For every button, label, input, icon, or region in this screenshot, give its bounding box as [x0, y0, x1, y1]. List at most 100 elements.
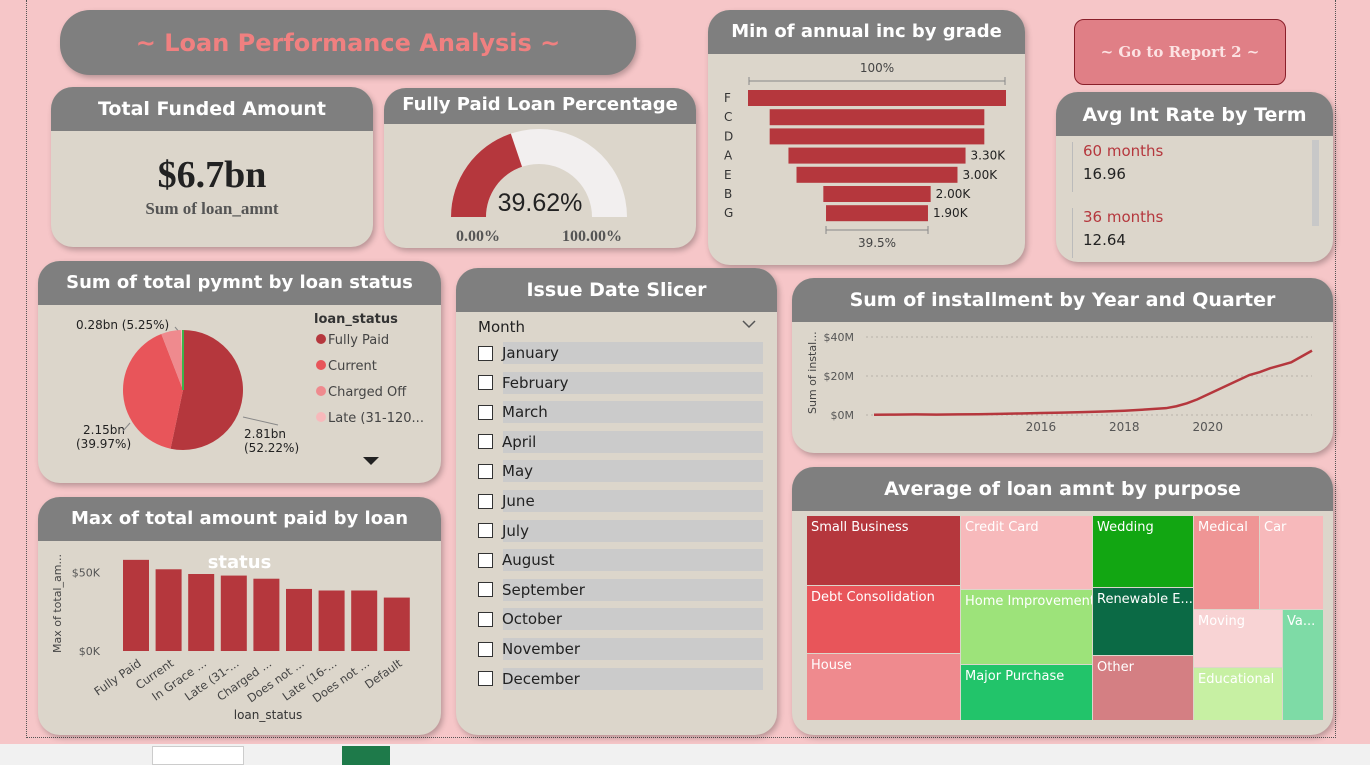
treemap-tile[interactable]: Debt Consolidation	[807, 586, 960, 653]
page-tab-1[interactable]	[152, 746, 244, 765]
checkbox[interactable]	[478, 611, 493, 627]
funnel-chart: 100% 39.5% FCDA 3.30K E 3.00K B 2.00K G 1.90K	[724, 61, 1007, 250]
term-label: 60 months	[1083, 142, 1164, 160]
bar	[286, 588, 312, 651]
funnel-bar	[748, 90, 1006, 106]
checkbox[interactable]	[478, 641, 493, 657]
slicer-title: Issue Date Slicer	[456, 268, 777, 312]
treemap-tile[interactable]: Car	[1260, 516, 1323, 609]
checkbox[interactable]	[478, 434, 493, 450]
slicer-item-label: November	[502, 640, 581, 658]
treemap-tile[interactable]: Educational	[1194, 668, 1282, 720]
slicer-item[interactable]: August	[478, 549, 763, 572]
slicer-item[interactable]: May	[478, 460, 763, 483]
rate-value: 16.96	[1083, 165, 1126, 183]
bar	[253, 578, 280, 651]
x-tick: 2020	[1192, 420, 1223, 434]
slicer-item[interactable]: November	[478, 638, 763, 660]
funnel-data-label: 3.00K	[962, 168, 998, 182]
slicer-item-label: April	[502, 432, 537, 451]
pie-label-current-pct: (39.97%)	[76, 437, 131, 451]
slicer-item-bg	[503, 430, 763, 453]
checkbox[interactable]	[478, 375, 493, 391]
treemap-tile[interactable]: Small Business	[807, 516, 960, 585]
add-page-icon[interactable]	[342, 746, 390, 765]
slicer-field-label: Month	[478, 318, 526, 336]
go-to-report-2-button[interactable]: ~ Go to Report 2 ~	[1074, 19, 1286, 85]
page-tab-2[interactable]	[246, 746, 340, 765]
avg-int-scrollbar[interactable]	[1312, 140, 1319, 226]
treemap-tile[interactable]: Moving	[1194, 610, 1282, 667]
x-tick: 2016	[1026, 420, 1057, 434]
pie-chart: 0.28bn (5.25%) 2.15bn (39.97%) 2.81bn (5…	[76, 312, 424, 465]
treemap-tile[interactable]: House	[807, 654, 960, 720]
bar	[383, 597, 410, 651]
slicer-item-label: March	[502, 403, 548, 422]
treemap-tile[interactable]: Wedding	[1093, 516, 1193, 587]
treemap-tile[interactable]: Medical	[1194, 516, 1259, 609]
slicer-item-label: February	[502, 373, 569, 392]
slicer-item-bg	[503, 490, 763, 512]
checkbox[interactable]	[478, 463, 493, 479]
gauge-chart: 39.62% 0.00% 100.00%	[451, 129, 627, 245]
pie-label-fully-pct: (52.22%)	[244, 441, 299, 455]
slicer-item[interactable]: October	[478, 608, 763, 631]
x-tick: Fully Paid	[91, 656, 143, 698]
funnel-grade-label: E	[724, 168, 732, 182]
funnel-bar	[796, 166, 958, 183]
treemap-tile[interactable]: Other	[1093, 656, 1193, 720]
legend-marker	[316, 386, 326, 396]
y-tick: $0M	[831, 409, 855, 422]
slicer-item-label: August	[502, 551, 555, 570]
checkbox[interactable]	[478, 404, 493, 420]
gauge-max: 100.00%	[562, 228, 622, 245]
funnel-card: Min of annual inc by grade 100% 39.5% FC…	[708, 10, 1025, 265]
legend-item: Late (31-120...	[328, 411, 424, 426]
kpi-card: Total Funded Amount $6.7bn Sum of loan_a…	[51, 87, 373, 247]
treemap-tile[interactable]: Renewable E...	[1093, 588, 1193, 655]
bars-chart: Max of total_am... loan_status $0K $50K Fu…	[51, 554, 410, 722]
checkbox[interactable]	[478, 523, 493, 539]
treemap-tile[interactable]: Home Improvement	[961, 590, 1092, 664]
chevron-down-icon[interactable]	[742, 320, 756, 330]
line-chart: Sum of instal... $0M $20M $40M 2016 2018 2020	[806, 331, 1313, 434]
slicer-item[interactable]: September	[478, 578, 763, 601]
pie-label-current-value: 2.15bn	[83, 423, 125, 437]
legend-item: Current	[328, 359, 377, 374]
slicer-item[interactable]: March	[478, 401, 763, 424]
funnel-grade-label: D	[724, 129, 733, 143]
kpi-value: $6.7bn	[157, 154, 267, 196]
slicer-item[interactable]: July	[478, 519, 763, 542]
funnel-bar	[788, 147, 966, 164]
checkbox[interactable]	[478, 671, 493, 687]
slicer-item[interactable]: June	[478, 490, 763, 512]
checkbox[interactable]	[478, 582, 493, 598]
treemap-tile[interactable]: Va...	[1283, 610, 1323, 720]
bars-ylabel: Max of total_am...	[51, 554, 64, 653]
avg-int-card: Avg Int Rate by Term 60 months 16.96 36 …	[1056, 92, 1333, 262]
bar	[318, 590, 345, 651]
slicer-item[interactable]: April	[478, 430, 763, 453]
legend-title: loan_status	[314, 312, 398, 327]
x-tick: Default	[362, 656, 405, 692]
funnel-grade-label: F	[724, 91, 731, 105]
bar	[351, 590, 378, 651]
funnel-title: Min of annual inc by grade	[708, 10, 1025, 54]
funnel-data-label: 3.30K	[971, 149, 1007, 163]
treemap-tile[interactable]: Credit Card	[961, 516, 1092, 589]
slicer-item-label: May	[502, 462, 534, 481]
checkbox[interactable]	[478, 552, 493, 568]
funnel-data-label: 1.90K	[933, 206, 969, 220]
page-tab-bar	[0, 744, 1370, 765]
bars-title: Max of total amount paid by loan status	[38, 497, 441, 573]
slicer-item[interactable]: December	[478, 667, 763, 690]
treemap-tile[interactable]: Major Purchase	[961, 665, 1092, 720]
line-series	[873, 349, 1313, 417]
checkbox[interactable]	[478, 345, 493, 361]
bar	[123, 559, 149, 651]
funnel-grade-label: A	[724, 149, 733, 163]
checkbox[interactable]	[478, 493, 493, 509]
bar	[220, 575, 247, 651]
slicer-item[interactable]: February	[478, 371, 763, 394]
slicer-item[interactable]: January	[478, 342, 763, 364]
